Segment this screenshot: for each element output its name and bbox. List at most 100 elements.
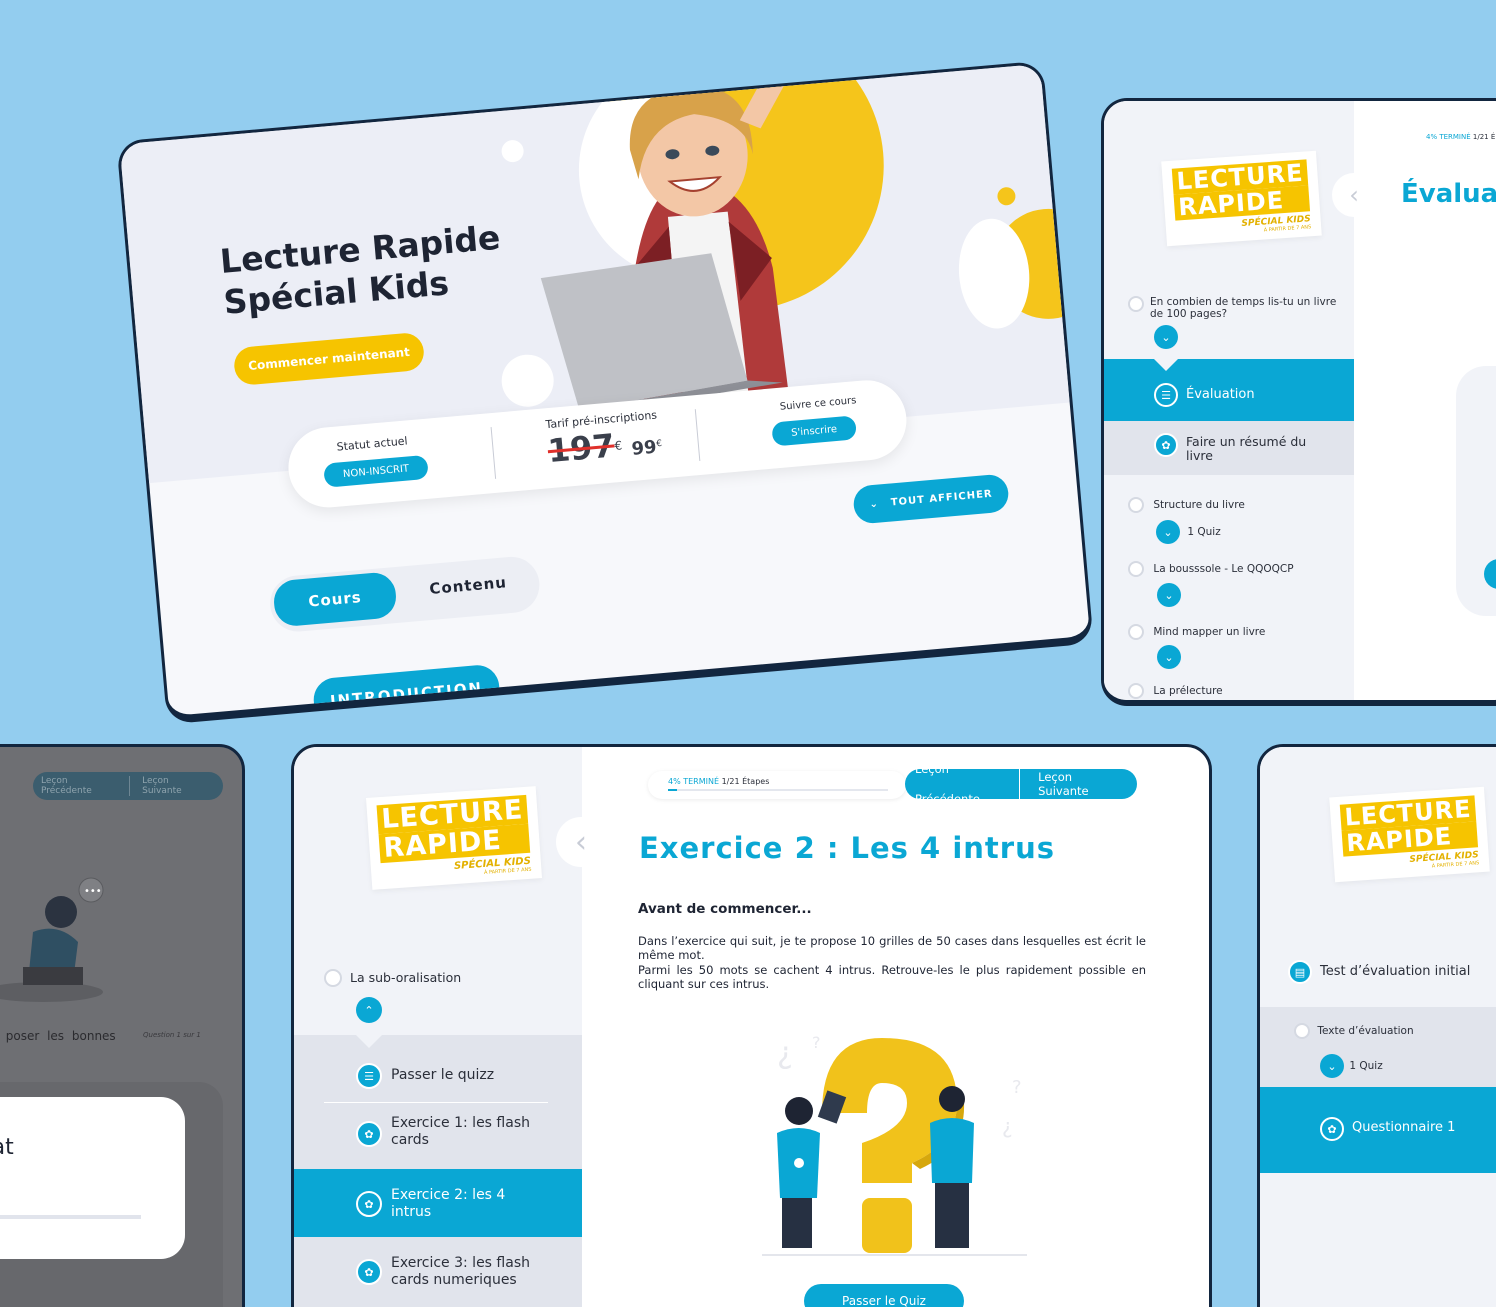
exercise-card: LECTURE RAPIDE SPÉCIAL KIDS À PARTIR DE … [291, 744, 1212, 1307]
instructions: Dans l’exercice qui suit, je te propose … [638, 934, 1146, 992]
chevron-up-icon[interactable]: ⌃ [356, 997, 382, 1023]
progress-bar: 4% TERMINÉ 1/21 Étapes [648, 771, 906, 799]
sidebar-subgroup: Texte d’évaluation ⌄ 1 Quiz [1260, 1007, 1496, 1087]
chevron-down-icon: ⌄ [869, 498, 880, 510]
item-radio[interactable] [1128, 624, 1144, 640]
brand-logo: LECTURE RAPIDE SPÉCIAL KIDS À PARTIR DE … [1161, 150, 1322, 247]
list-item[interactable]: La prélecture [1128, 683, 1223, 699]
course-landing-card: Lecture Rapide Spécial Kids Commencer ma… [116, 60, 1094, 725]
divider [694, 409, 701, 462]
test-card: LECTURE RAPIDE SPÉCIAL KIDS À PARTIR DE … [1257, 744, 1496, 1307]
svg-text:?: ? [812, 1033, 821, 1052]
sidebar: LECTURE RAPIDE SPÉCIAL KIDS À PARTIR DE … [1104, 101, 1354, 700]
quiz-icon: ☰ [1154, 383, 1178, 407]
question-text: r poser les bonnes [0, 1029, 116, 1043]
next-lesson-button[interactable]: Leçon Suivante [130, 776, 223, 796]
section-subtitle: Avant de commencer... [638, 901, 812, 917]
collapse-sidebar-icon[interactable]: ‹ [556, 817, 606, 867]
sidebar-item-evaluation[interactable]: ☰ Évaluation [1104, 359, 1354, 421]
list-item[interactable]: La bousssole - Le QQOQCP [1128, 561, 1294, 577]
status-badge: NON-INSCRIT [323, 454, 429, 488]
list-item[interactable]: Texte d’évaluation [1294, 1023, 1414, 1039]
tab-contenu[interactable]: Contenu [429, 573, 508, 598]
item-radio[interactable] [1128, 497, 1144, 513]
question-mark-illustration: ¿ ? ? ¿ [762, 1033, 1027, 1256]
collapse-sidebar-icon[interactable]: ‹ [1332, 173, 1376, 217]
sidebar: LECTURE RAPIDE SPÉCIAL KIDS À PARTIR DE … [1260, 747, 1496, 1307]
brand-logo: LECTURE RAPIDE SPÉCIAL KIDS À PARTIR DE … [365, 786, 543, 890]
sidebar-item-test[interactable]: ▤ Test d’évaluation initial [1260, 942, 1496, 1004]
item-radio[interactable] [324, 969, 342, 987]
previous-lesson-button[interactable]: Leçon Précédente [905, 754, 1021, 814]
flash-cards-icon: ✿ [356, 1121, 382, 1147]
exercise-icon: ✿ [1154, 433, 1178, 457]
result-title: ultat [0, 1135, 14, 1160]
sidebar-item-exercise-3[interactable]: ✿ Exercice 3: les flash cards numeriques [294, 1237, 582, 1307]
girl-with-laptop-illustration [540, 60, 796, 414]
document-icon: ▤ [1288, 960, 1312, 984]
next-lesson-button[interactable]: Leçon Suivante [1020, 770, 1137, 798]
sidebar-item-quiz[interactable]: ☰ Passer le quizz ✿ Exercice 1: les flas… [294, 1035, 582, 1169]
result-progress-track [0, 1215, 141, 1219]
sidebar-item-exercise-2[interactable]: ✿ Exercice 2: les 4 intrus [294, 1169, 582, 1237]
follow-label: Suivre ce cours [779, 395, 857, 413]
svg-text:•••: ••• [84, 886, 102, 897]
lesson-nav: Leçon Précédente Leçon Suivante [33, 772, 223, 800]
chevron-down-icon[interactable]: ⌄ [1157, 645, 1181, 669]
new-price-currency: € [655, 438, 663, 450]
item-radio[interactable] [1294, 1023, 1310, 1039]
tabs: Cours Contenu [267, 554, 542, 634]
list-item[interactable]: Structure du livre [1128, 497, 1245, 513]
progress-track [668, 789, 888, 791]
lesson-row[interactable]: Présentation du programme [322, 712, 578, 725]
new-price: 99 [630, 436, 658, 460]
flash-cards-icon: ✿ [356, 1259, 382, 1285]
sidebar-item-summary[interactable]: ✿ Faire un résumé du livre [1104, 421, 1354, 475]
svg-text:¿: ¿ [777, 1036, 793, 1071]
page-title: Évaluat [1401, 179, 1496, 209]
old-price-currency: € [613, 438, 623, 454]
item-radio[interactable] [1128, 296, 1144, 312]
item-radio[interactable] [1128, 683, 1144, 699]
svg-text:¿: ¿ [1002, 1114, 1013, 1138]
progress-text: 4% TERMINÉ 1/21 Étapes [668, 777, 770, 786]
quiz-result-card: Leçon Précédente Leçon Suivante ••• r po… [0, 744, 245, 1307]
sidebar: LECTURE RAPIDE SPÉCIAL KIDS À PARTIR DE … [294, 747, 582, 1307]
list-item[interactable]: Mind mapper un livre [1128, 624, 1265, 640]
lesson-title: Présentation du programme [353, 712, 578, 725]
list-item[interactable]: La sub-oralisation [324, 969, 461, 987]
evaluation-card: LECTURE RAPIDE SPÉCIAL KIDS À PARTIR DE … [1101, 98, 1496, 706]
quiz-row[interactable]: ⌄ 1 Quiz [1156, 520, 1221, 544]
old-price: 197 [546, 426, 617, 471]
progress-text: 4% TERMINÉ 1/21 É [1426, 133, 1496, 141]
result-modal: ultat [0, 1097, 185, 1259]
triangle-pointer [356, 1035, 382, 1048]
tab-cours[interactable]: Cours [272, 571, 398, 628]
reading-child-illustration: ••• [0, 877, 104, 1002]
svg-text:?: ? [1012, 1077, 1022, 1098]
question-counter: Question 1 sur 1 [143, 1031, 201, 1039]
chevron-down-icon[interactable]: ⌄ [1157, 583, 1181, 607]
intrus-icon: ✿ [356, 1191, 382, 1217]
triangle-pointer [1154, 359, 1178, 371]
chevron-down-icon[interactable]: ⌄ [1320, 1054, 1344, 1078]
list-item[interactable]: En combien de temps lis-tu un livre de 1… [1128, 296, 1338, 320]
previous-lesson-button[interactable]: Leçon Précédente [33, 776, 131, 796]
quiz-icon: ☰ [356, 1063, 382, 1089]
quiz-row[interactable]: ⌄ 1 Quiz [1320, 1054, 1383, 1078]
show-all-button[interactable]: ⌄ TOUT AFFICHER [852, 473, 1010, 525]
section-introduction[interactable]: INTRODUCTION [311, 663, 502, 725]
chevron-down-icon[interactable]: ⌄ [1156, 520, 1180, 544]
divider [490, 427, 497, 479]
start-quiz-button[interactable]: Passer le Quiz [804, 1284, 964, 1307]
item-radio[interactable] [1128, 561, 1144, 577]
sidebar-item-questionnaire[interactable]: ✿ Questionnaire 1 [1260, 1087, 1496, 1173]
lesson-nav: Leçon Précédente Leçon Suivante [905, 754, 1137, 814]
subscribe-button[interactable]: S'inscrire [771, 415, 858, 447]
exercise-title: Exercice 2 : Les 4 intrus [639, 831, 1055, 865]
status-label: Statut actuel [336, 434, 409, 454]
divider [324, 1102, 548, 1103]
chevron-down-icon[interactable]: ⌄ [1154, 325, 1178, 349]
progress-fill [668, 789, 677, 791]
brand-logo: LECTURE RAPIDE SPÉCIAL KIDS À PARTIR DE … [1329, 786, 1490, 883]
